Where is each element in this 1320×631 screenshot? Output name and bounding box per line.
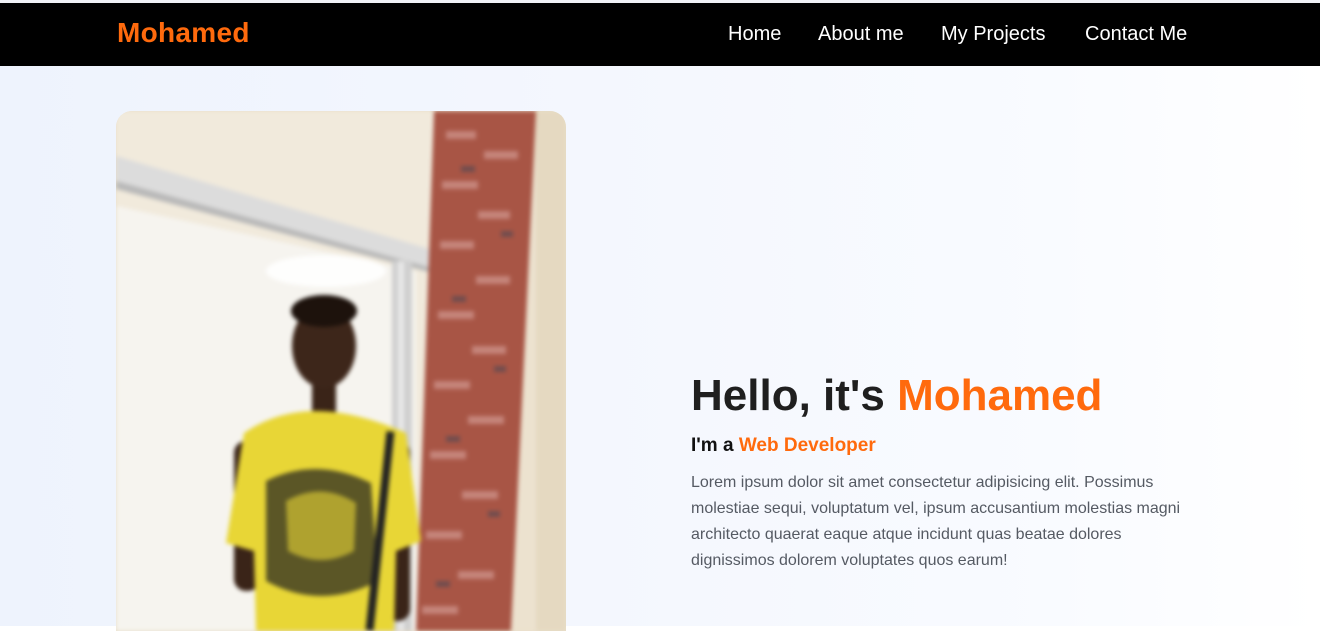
nav-links: Home About me My Projects Contact Me [0, 23, 1320, 53]
role-line: I'm a Web Developer [691, 435, 1191, 457]
profile-photo [116, 111, 566, 631]
nav-link-contact[interactable]: Contact Me [1085, 23, 1187, 46]
hero-name: Mohamed [897, 371, 1103, 420]
navbar: Mohamed Home About me My Projects Contac… [0, 3, 1320, 66]
hero-section: Hello, it's Mohamed I'm a Web Developer … [0, 66, 1320, 631]
greeting-text: Hello, it's [691, 371, 898, 420]
hero-description: Lorem ipsum dolor sit amet consectetur a… [691, 474, 1181, 569]
intro-block: Hello, it's Mohamed I'm a Web Developer … [691, 371, 1191, 574]
role-title: Web Developer [738, 435, 876, 456]
role-prefix: I'm a [691, 435, 739, 456]
nav-link-about[interactable]: About me [818, 23, 904, 46]
hero-heading: Hello, it's Mohamed [691, 371, 1191, 421]
nav-link-projects[interactable]: My Projects [941, 23, 1045, 46]
nav-link-home[interactable]: Home [728, 23, 781, 46]
